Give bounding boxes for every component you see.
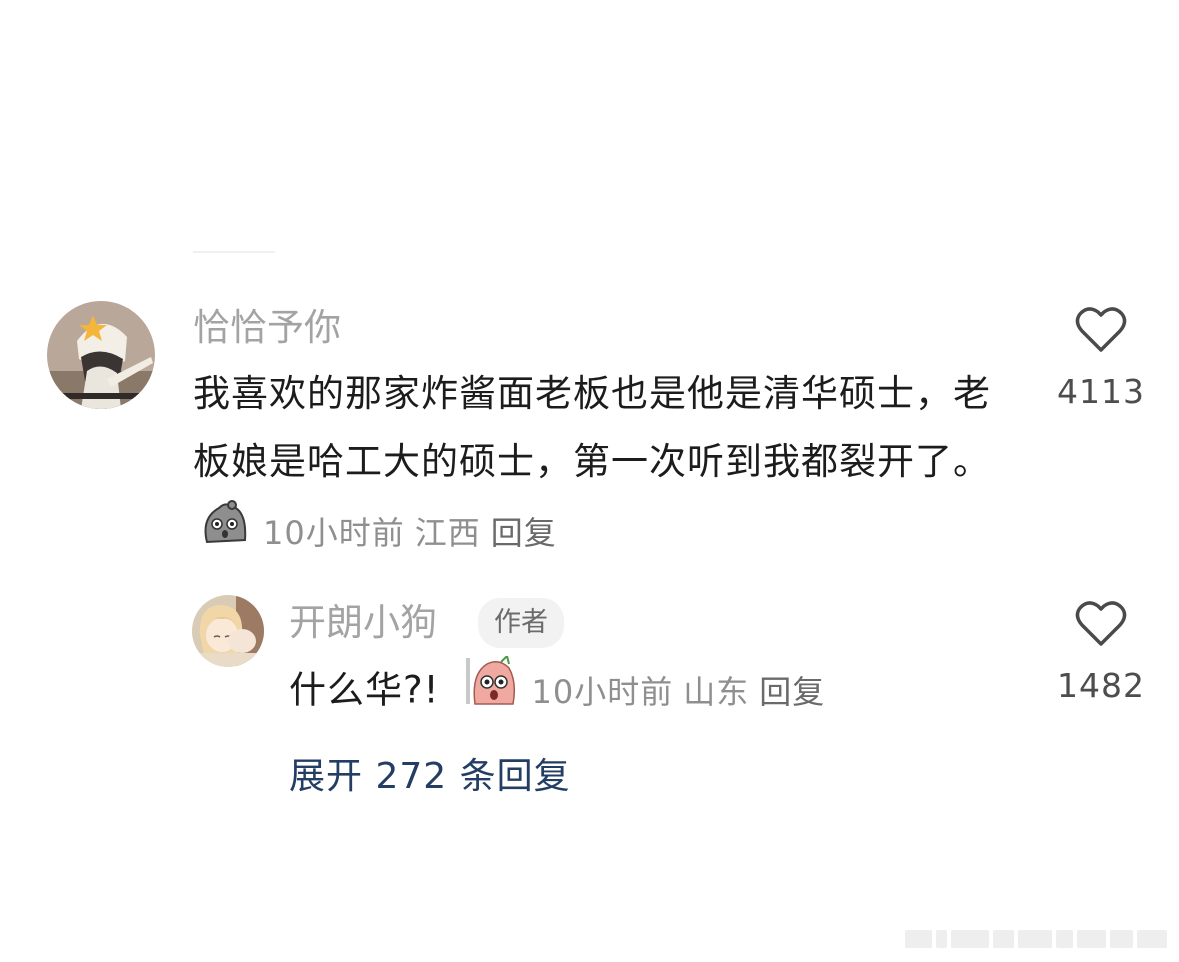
comment-time: 10小时前: [263, 513, 405, 552]
comment-like[interactable]: 4113: [1046, 306, 1156, 411]
comment-meta: 10小时前 江西 回复: [263, 514, 567, 552]
reply-body: 什么华?! 10小时前 山东 回复: [289, 654, 989, 728]
reply-like[interactable]: 1482: [1046, 600, 1156, 705]
reply-to-reply-button[interactable]: 回复: [759, 673, 825, 711]
reply-avatar[interactable]: [192, 595, 264, 667]
expand-replies-link[interactable]: 展开 272 条回复: [289, 747, 571, 799]
avatar[interactable]: [47, 301, 155, 409]
comment-text: 我喜欢的那家炸酱面老板也是他是清华硕士，老板娘是哈工大的硕士，第一次听到我都裂开…: [193, 372, 991, 483]
comment-username[interactable]: 恰恰予你: [193, 305, 341, 351]
watermark: [905, 930, 1167, 948]
reply-location: 山东: [683, 672, 750, 711]
author-badge: 作者: [478, 598, 564, 648]
heart-outline-icon[interactable]: [1074, 600, 1128, 648]
comment-location: 江西: [414, 513, 481, 552]
reply-username[interactable]: 开朗小狗: [289, 600, 437, 646]
heart-outline-icon[interactable]: [1074, 306, 1128, 354]
section-divider: [193, 251, 275, 253]
pink-bean-sticker-icon: [465, 654, 519, 728]
reply-like-count: 1482: [1057, 666, 1145, 705]
reply-text: 什么华?!: [289, 668, 440, 712]
comment-body: 我喜欢的那家炸酱面老板也是他是清华硕士，老板娘是哈工大的硕士，第一次听到我都裂开…: [193, 360, 1013, 570]
like-count: 4113: [1057, 372, 1145, 411]
gray-blob-sticker-icon: [199, 496, 251, 570]
reply-time: 10小时前: [531, 672, 674, 711]
reply-meta: 10小时前 山东 回复: [531, 673, 835, 711]
reply-button[interactable]: 回复: [491, 514, 557, 552]
